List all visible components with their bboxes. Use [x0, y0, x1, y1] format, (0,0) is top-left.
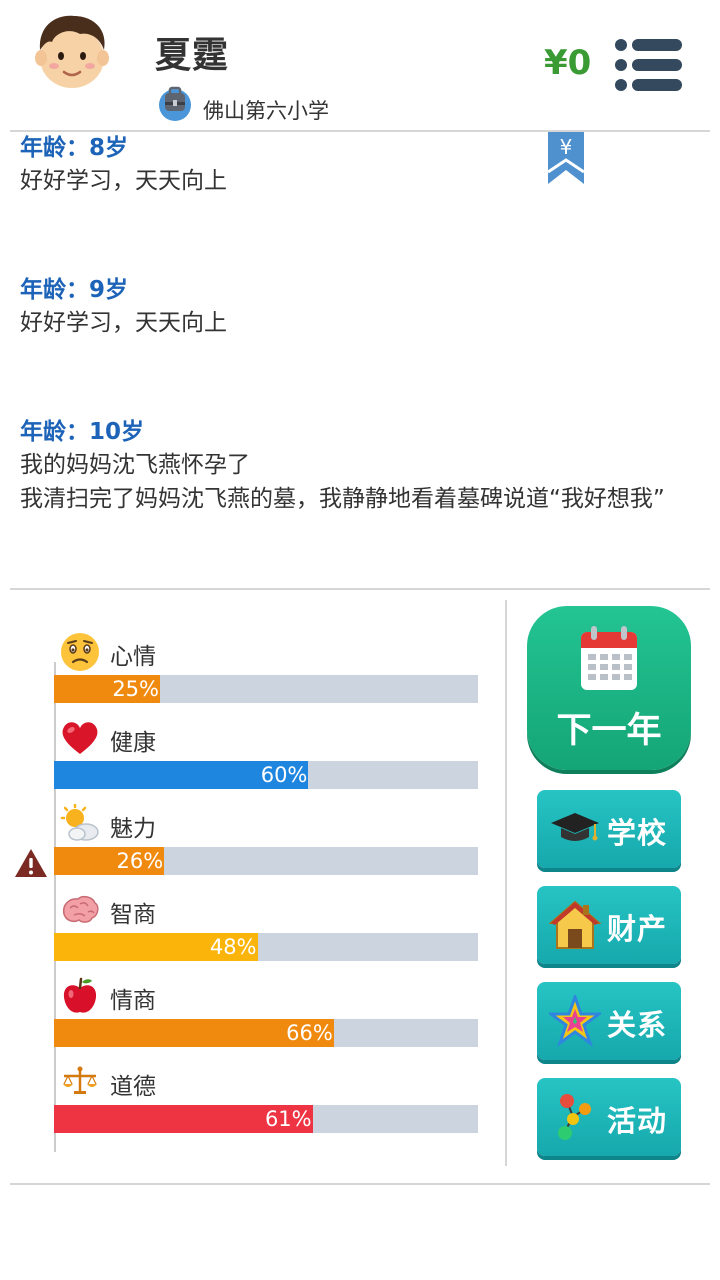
worried-face-icon: [61, 633, 99, 671]
stat-label: 心情: [110, 644, 156, 670]
next-year-label: 下一年: [556, 711, 662, 751]
stat-percent: 60%: [260, 763, 308, 787]
calendar-icon: [581, 626, 637, 690]
activities-button-label: 活动: [607, 1104, 668, 1138]
bookmark-symbol: ¥: [560, 135, 573, 159]
footer-divider: [10, 1183, 710, 1185]
next-year-button[interactable]: 下一年: [527, 606, 691, 770]
school-button-label: 学校: [607, 816, 668, 850]
log-entry: 年龄：9岁 好好学习，天天向上: [20, 274, 710, 340]
panel-divider: [505, 600, 507, 1166]
stat-label: 情商: [110, 988, 156, 1014]
stat-percent: 66%: [286, 1021, 333, 1045]
school-bag-icon: [159, 86, 191, 121]
property-button-label: 财产: [607, 912, 668, 946]
log-entry-age: 年龄：10岁: [20, 419, 145, 445]
log-entry-age: 年龄：9岁: [20, 277, 129, 303]
warning-icon[interactable]: [14, 848, 48, 878]
activity-dots-icon: [558, 1094, 591, 1140]
log-entry-text: 好好学习，天天向上: [20, 168, 227, 194]
log-entry: 年龄：8岁 好好学习，天天向上: [20, 132, 710, 198]
menu-icon[interactable]: [612, 36, 684, 94]
property-button[interactable]: 财产: [537, 886, 681, 964]
stat-bar: 61%: [54, 1105, 478, 1133]
stat-label: 智商: [110, 902, 156, 928]
stat-bar-fill: 48%: [54, 933, 258, 961]
stat-bar: 48%: [54, 933, 478, 961]
heart-icon: [62, 722, 98, 754]
scales-icon: [63, 1066, 97, 1094]
log-entry-text: 好好学习，天天向上: [20, 310, 227, 336]
bookmark-icon[interactable]: ¥: [547, 132, 585, 184]
sun-cloud-icon: [60, 804, 99, 841]
player-name: 夏霆: [155, 35, 230, 76]
stat-morality: 道德 61%: [54, 1062, 478, 1148]
log-entry-text: 我的妈妈沈飞燕怀孕了: [20, 452, 250, 478]
brain-icon: [62, 895, 99, 923]
stat-label: 健康: [110, 730, 156, 756]
star-icon: [549, 995, 601, 1047]
stat-bar: 66%: [54, 1019, 478, 1047]
stat-bar-fill: 60%: [54, 761, 309, 789]
stat-percent: 48%: [209, 935, 257, 959]
stat-label: 道德: [110, 1074, 156, 1100]
apple-icon: [63, 977, 97, 1013]
relations-button-label: 关系: [607, 1008, 668, 1042]
stat-label: 魅力: [110, 816, 156, 842]
activities-button[interactable]: 活动: [537, 1078, 681, 1156]
stat-bar-fill: 61%: [54, 1105, 313, 1133]
stat-bar: 26%: [54, 847, 478, 875]
stat-bar-fill: 26%: [54, 847, 165, 875]
graduation-cap-icon: [551, 813, 599, 841]
stat-iq: 智商 48%: [54, 890, 478, 976]
life-log[interactable]: 年龄：8岁 好好学习，天天向上 年龄：9岁 好好学习，天天向上 年龄：10岁 我…: [0, 132, 720, 588]
money-balance: ¥0: [544, 43, 592, 83]
house-icon: [549, 900, 601, 949]
stat-bar: 25%: [54, 675, 478, 703]
stat-charm: 魅力 26%: [54, 804, 478, 890]
avatar[interactable]: [30, 10, 114, 94]
log-entry-age: 年龄：8岁: [20, 135, 129, 161]
stat-bar-fill: 66%: [54, 1019, 334, 1047]
log-entry-text: 我清扫完了妈妈沈飞燕的墓，我静静地看着墓碑说道“我好想我”: [20, 486, 665, 512]
stat-health: 健康 60%: [54, 718, 478, 804]
relations-button[interactable]: 关系: [537, 982, 681, 1060]
stat-mood: 心情 25%: [54, 632, 478, 718]
log-entry: 年龄：10岁 我的妈妈沈飞燕怀孕了 我清扫完了妈妈沈飞燕的墓，我静静地看着墓碑说…: [20, 416, 710, 516]
school-button[interactable]: 学校: [537, 790, 681, 868]
stat-bar-fill: 25%: [54, 675, 160, 703]
header: 夏霆 佛山第六小学 ¥0: [0, 0, 720, 131]
stat-percent: 25%: [112, 677, 159, 701]
stat-percent: 61%: [264, 1107, 312, 1131]
school-name: 佛山第六小学: [203, 99, 329, 123]
stat-eq: 情商 66%: [54, 976, 478, 1062]
stat-percent: 26%: [116, 849, 164, 873]
stat-bar: 60%: [54, 761, 478, 789]
log-divider: [10, 588, 710, 590]
